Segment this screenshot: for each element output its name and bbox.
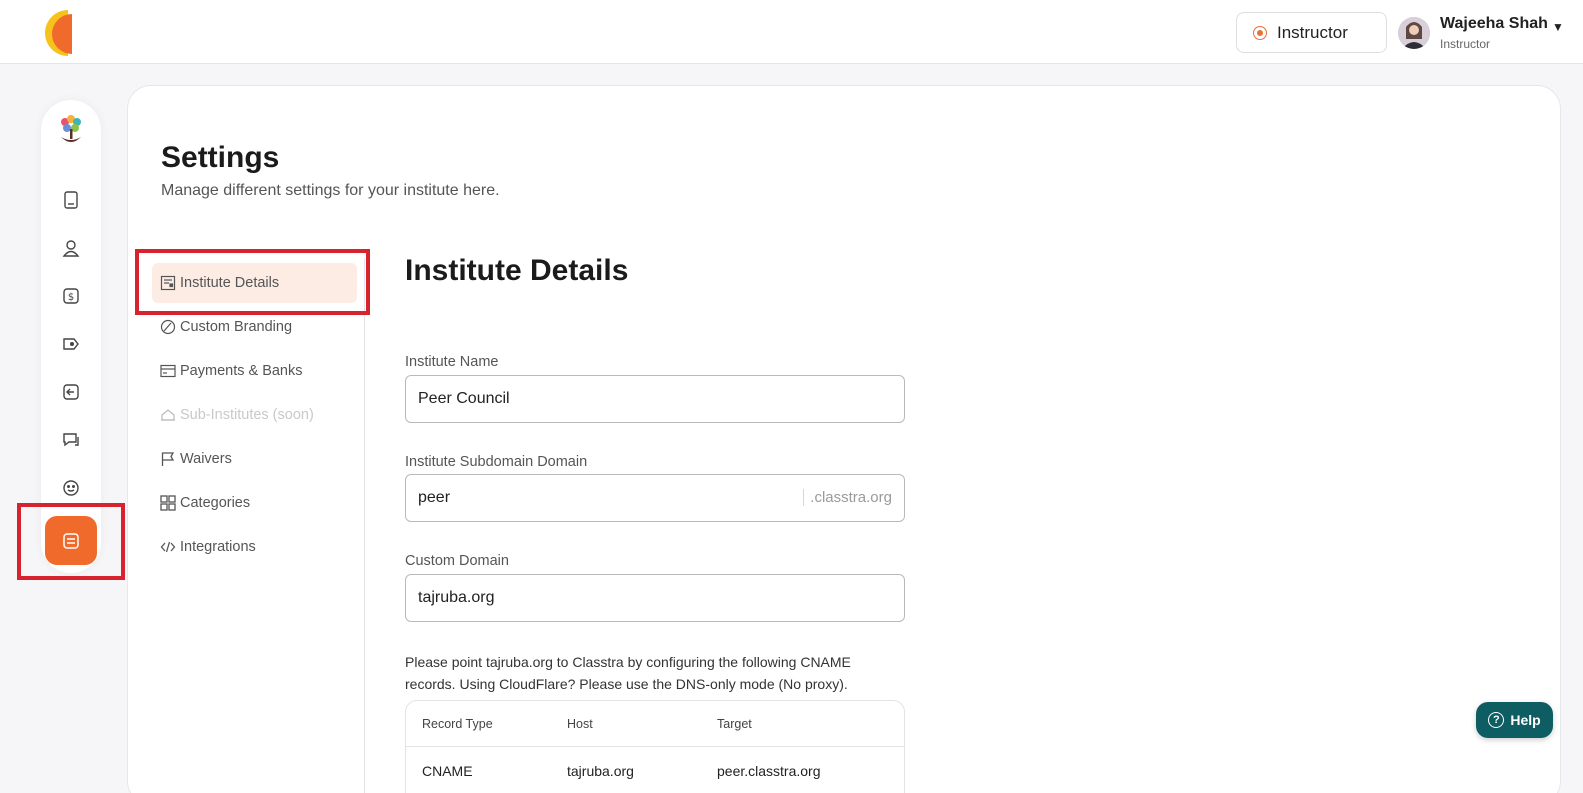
avatar [1398, 17, 1430, 49]
nav-item-institute-details[interactable]: Institute Details [152, 263, 357, 303]
target-cell[interactable]: peer.classtra.org [717, 748, 821, 793]
nav-item-custom-branding[interactable]: Custom Branding [152, 307, 357, 347]
code-icon [160, 541, 176, 553]
table-row: CNAME tajruba.org peer.classtra.org [406, 748, 904, 793]
svg-text:$: $ [68, 292, 74, 303]
nav-item-label: Waivers [180, 451, 232, 467]
record-type-cell: CNAME [422, 763, 473, 779]
flag-icon [161, 452, 175, 466]
radio-dot-icon [1253, 25, 1267, 40]
settings-nav: Institute Details Custom Branding Paymen… [150, 258, 365, 793]
nav-item-payments-banks[interactable]: Payments & Banks [152, 351, 357, 391]
card-icon [160, 364, 176, 378]
nav-item-categories[interactable]: Categories [152, 483, 357, 523]
section-title: Institute Details [405, 254, 629, 287]
book-icon[interactable] [61, 190, 81, 210]
institute-logo[interactable] [56, 113, 86, 147]
nav-item-label: Custom Branding [180, 319, 293, 335]
page-subtitle: Manage different settings for your insti… [161, 182, 500, 199]
user-name: Wajeeha Shah [1440, 15, 1548, 32]
chevron-down-icon[interactable]: ▼ [1552, 20, 1564, 34]
nav-item-sub-institutes: Sub-Institutes (soon) [152, 395, 357, 435]
subdomain-suffix: .classtra.org [803, 489, 892, 506]
settings-rail-button[interactable] [45, 516, 97, 565]
column-header: Host [567, 717, 593, 731]
settings-icon [63, 532, 79, 549]
help-label: Help [1510, 712, 1541, 728]
subdomain-input[interactable]: peer .classtra.org [405, 474, 905, 522]
user-icon[interactable] [61, 238, 81, 258]
column-header: Record Type [422, 717, 493, 731]
settings-card: Settings Manage different settings for y… [127, 85, 1561, 793]
nav-item-label: Categories [180, 495, 251, 511]
help-icon: ? [1488, 712, 1505, 728]
custom-domain-label: Custom Domain [405, 553, 509, 569]
host-cell[interactable]: tajruba.org [567, 748, 634, 793]
nav-item-label: Sub-Institutes (soon) [180, 407, 314, 423]
back-arrow-icon[interactable] [61, 382, 81, 402]
institute-name-label: Institute Name [405, 354, 499, 370]
help-button[interactable]: ? Help [1476, 702, 1553, 738]
subdomain-value: peer [418, 489, 451, 506]
left-rail: $ [41, 100, 101, 573]
top-bar: Instructor Wajeeha Shah Instructor ▼ [0, 0, 1583, 64]
chat-icon[interactable] [61, 430, 81, 450]
nav-item-label: Institute Details [180, 275, 280, 291]
nav-item-waivers[interactable]: Waivers [152, 439, 357, 479]
page-title: Settings [161, 141, 280, 174]
user-role: Instructor [1440, 37, 1491, 51]
table-header-row: Record Type Host Target [406, 701, 904, 747]
document-icon [160, 275, 176, 291]
institute-name-input[interactable]: Peer Council [405, 375, 905, 423]
custom-domain-input[interactable]: tajruba.org [405, 574, 905, 622]
subdomain-label: Institute Subdomain Domain [405, 454, 588, 470]
institute-name-value: Peer Council [418, 390, 510, 407]
app-logo[interactable] [40, 8, 76, 58]
dollar-icon[interactable]: $ [61, 286, 81, 306]
role-switch-button[interactable]: Instructor [1236, 12, 1387, 53]
smile-icon[interactable] [61, 478, 81, 498]
branding-icon [160, 319, 176, 335]
tag-icon[interactable] [61, 334, 81, 354]
nav-item-label: Payments & Banks [180, 363, 303, 379]
user-menu[interactable]: Wajeeha Shah Instructor ▼ [1398, 12, 1564, 54]
grid-icon [160, 495, 176, 511]
nav-item-label: Integrations [180, 539, 256, 555]
cname-records-table: Record Type Host Target CNAME tajruba.or… [405, 700, 905, 793]
role-label: Instructor [1277, 22, 1348, 42]
nav-item-integrations[interactable]: Integrations [152, 527, 357, 567]
custom-domain-value: tajruba.org [418, 589, 495, 606]
building-icon [161, 409, 175, 421]
cname-instructions: Please point tajruba.org to Classtra by … [405, 654, 851, 692]
column-header: Target [717, 717, 752, 731]
